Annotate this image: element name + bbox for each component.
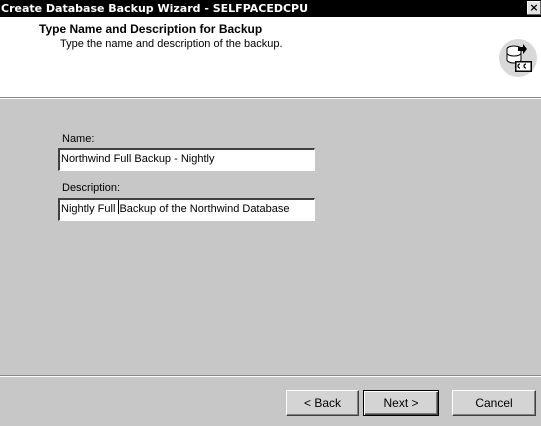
description-input-value-end: Backup of the Northwind Database xyxy=(119,203,290,215)
header-divider xyxy=(0,97,541,99)
page-title: Type Name and Description for Backup xyxy=(39,22,263,36)
name-input[interactable]: Northwind Full Backup - Nightly xyxy=(58,148,315,171)
title-bar[interactable]: Create Database Backup Wizard - SELFPACE… xyxy=(0,0,541,17)
page-subtitle: Type the name and description of the bac… xyxy=(60,38,283,50)
description-input-value-start: Nightly Full xyxy=(61,203,119,215)
next-button[interactable]: Next > xyxy=(363,390,439,416)
close-icon[interactable]: × xyxy=(527,1,541,15)
wizard-window: Create Database Backup Wizard - SELFPACE… xyxy=(0,0,541,426)
description-label: Description: xyxy=(62,182,121,194)
back-button[interactable]: < Back xyxy=(286,390,359,416)
window-title: Create Database Backup Wizard - SELFPACE… xyxy=(1,2,309,15)
name-input-value: Northwind Full Backup - Nightly xyxy=(61,153,215,165)
cancel-button[interactable]: Cancel xyxy=(452,390,536,416)
name-label: Name: xyxy=(62,133,95,145)
description-input[interactable]: Nightly Full Backup of the Northwind Dat… xyxy=(58,198,315,221)
database-backup-icon xyxy=(499,39,537,77)
footer-divider xyxy=(0,375,541,377)
